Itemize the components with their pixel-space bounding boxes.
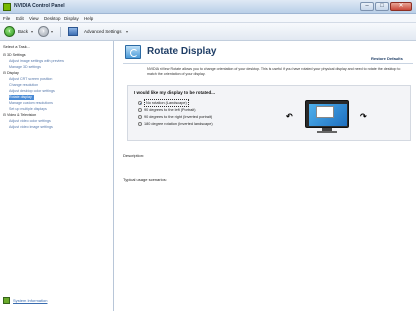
tree-task-item[interactable]: Adjust image settings with preview	[9, 59, 64, 64]
radio-button[interactable]	[138, 115, 142, 119]
restore-defaults-link[interactable]: Restore Defaults	[371, 56, 403, 61]
tree-category[interactable]: ⊟ 3D Settings	[3, 53, 26, 58]
task-header: Select a Task...	[3, 44, 31, 49]
menu-help[interactable]: Help	[84, 16, 93, 21]
monitor-base	[317, 131, 337, 133]
rotate-counterclockwise-icon[interactable]: ↶	[286, 112, 293, 121]
tree-task-item[interactable]: Change resolution	[9, 83, 38, 88]
tree-task-item[interactable]: Manage 3D settings	[9, 65, 41, 70]
rotation-panel: I would like my display to be rotated...…	[127, 85, 411, 141]
tree-task-item[interactable]: Adjust video color settings	[9, 119, 51, 124]
advanced-settings-button[interactable]: Advanced Settings	[84, 29, 122, 34]
monitor-preview	[305, 100, 349, 134]
window-title: NVIDIA Control Panel	[14, 3, 65, 9]
tree-task-item[interactable]: Adjust desktop color settings	[9, 89, 55, 94]
minimize-button[interactable]: –	[360, 2, 374, 11]
back-dropdown-icon[interactable]: ▾	[31, 29, 33, 34]
menu-display[interactable]: Display	[64, 16, 79, 21]
forward-dropdown-icon[interactable]: ▾	[51, 29, 53, 34]
nvidia-app-icon	[3, 3, 11, 11]
radio-button[interactable]	[138, 101, 142, 105]
back-icon[interactable]: ‹	[4, 26, 15, 37]
tree-task-item[interactable]: Adjust CRT screen position	[9, 77, 52, 82]
rotation-option-label[interactable]: 90 degrees to the right (Inverted portra…	[144, 114, 212, 120]
home-icon[interactable]	[68, 27, 78, 36]
menu-desktop[interactable]: Desktop	[44, 16, 61, 21]
title-bar: NVIDIA Control Panel – □ ✕	[0, 0, 416, 14]
monitor-frame	[305, 100, 349, 128]
rotation-option-label[interactable]: 90 degrees to the left (Portrait)	[144, 107, 196, 113]
rotate-clockwise-icon[interactable]: ↷	[360, 112, 367, 121]
rotation-question: I would like my display to be rotated...	[134, 90, 216, 95]
typical-usage-label: Typical usage scenarios:	[123, 177, 167, 182]
task-sidebar: Select a Task... ⊟ 3D Settings Adjust ima…	[0, 41, 114, 311]
system-info-label[interactable]: System Information	[13, 298, 47, 303]
radio-button[interactable]	[138, 122, 142, 126]
description-label: Description:	[123, 153, 145, 158]
system-info-icon	[3, 297, 10, 304]
rotation-option-label[interactable]: 180 degree rotation (Inverted landscape)	[144, 121, 213, 127]
advanced-settings-dropdown-icon[interactable]: ▾	[126, 29, 128, 34]
page-description: NVIDIA nView Rotate allows you to change…	[147, 67, 401, 76]
menu-file[interactable]: File	[3, 16, 10, 21]
tree-task-item[interactable]: Manage custom resolutions	[9, 101, 53, 106]
rotation-option-label[interactable]: No rotation (Landscape)	[144, 99, 189, 107]
page-title: Rotate Display	[147, 46, 217, 57]
forward-icon[interactable]: ›	[38, 26, 49, 37]
toolbar-separator	[60, 27, 61, 37]
tree-category[interactable]: ⊟ Video & Television	[3, 113, 36, 118]
menu-bar: File Edit View Desktop Display Help	[0, 14, 416, 23]
tree-task-item[interactable]: Rotate display	[9, 95, 34, 100]
maximize-button[interactable]: □	[375, 2, 389, 11]
toolbar: ‹ Back ▾ › ▾ Advanced Settings ▾	[0, 23, 416, 41]
menu-view[interactable]: View	[29, 16, 39, 21]
close-button[interactable]: ✕	[390, 2, 412, 11]
back-label[interactable]: Back	[18, 29, 28, 34]
menu-edit[interactable]: Edit	[16, 16, 24, 21]
radio-button[interactable]	[138, 108, 142, 112]
tree-task-item[interactable]: Adjust video image settings	[9, 125, 53, 130]
tree-category[interactable]: ⊟ Display	[3, 71, 19, 76]
main-panel: Rotate Display Restore Defaults NVIDIA n…	[115, 41, 416, 311]
rotate-display-icon	[125, 45, 141, 59]
monitor-window-graphic	[316, 106, 334, 118]
tree-task-item[interactable]: Set up multiple displays	[9, 107, 47, 112]
system-information-link[interactable]: System Information	[3, 297, 111, 306]
title-divider	[123, 63, 413, 64]
